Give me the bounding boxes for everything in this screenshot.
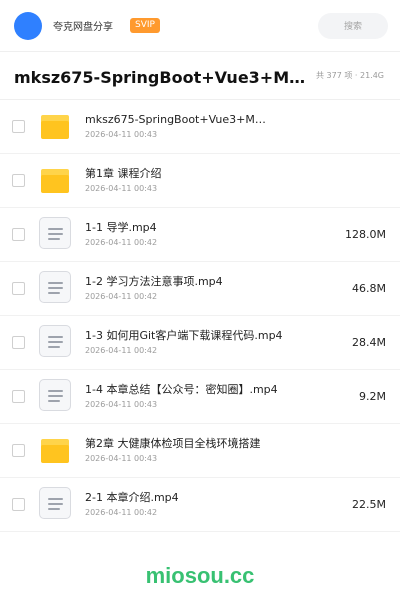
video-file-icon — [39, 270, 75, 307]
item-name: 1-3 如何用Git客户端下载课程代码.mp4 — [85, 329, 283, 342]
top-bar: 夸克网盘分享 SVIP 搜索 — [0, 0, 400, 52]
folder-icon — [39, 109, 75, 145]
item-time: 2026-04-11 00:42 — [85, 508, 158, 517]
folder-icon — [39, 433, 75, 469]
item-name: 1-1 导学.mp4 — [85, 221, 157, 234]
video-file-icon — [39, 486, 75, 523]
avatar[interactable] — [14, 11, 42, 40]
folder-icon — [39, 163, 75, 199]
item-size: 22.5M — [352, 498, 386, 511]
video-file-icon — [39, 378, 75, 415]
file-row[interactable]: 1-4 本章总结【公众号：密知圈】.mp4 2026-04-11 00:43 9.2… — [0, 370, 400, 424]
watermark: miosou.cc — [145, 563, 255, 588]
row-checkbox[interactable] — [12, 174, 25, 187]
item-time: 2026-04-11 00:43 — [85, 454, 158, 463]
item-size: 128.0M — [345, 228, 386, 241]
item-name: 1-2 学习方法注意事项.mp4 — [85, 275, 223, 288]
item-size: 9.2M — [359, 390, 386, 403]
item-time: 2026-04-11 00:43 — [85, 400, 158, 409]
item-time: 2026-04-11 00:42 — [85, 238, 158, 247]
item-time: 2026-04-11 00:42 — [85, 292, 158, 301]
svip-badge: SVIP — [130, 18, 160, 33]
file-row[interactable]: 1-1 导学.mp4 2026-04-11 00:42 128.0M — [0, 208, 400, 262]
row-checkbox[interactable] — [12, 282, 25, 295]
item-name: 1-4 本章总结【公众号：密知圈】.mp4 — [85, 383, 278, 396]
row-checkbox[interactable] — [12, 228, 25, 241]
folder-row[interactable]: mksz675-SpringBoot+Vue3+M… 2026-04-11 00:… — [0, 100, 400, 154]
username: 夸克网盘分享 — [53, 22, 113, 33]
item-time: 2026-04-11 00:42 — [85, 346, 158, 355]
search-placeholder: 搜索 — [343, 22, 362, 32]
item-time: 2026-04-11 00:43 — [85, 130, 158, 139]
folder-title-bar: mksz675-SpringBoot+Vue3+MySQL集群… 共 377 项… — [0, 52, 400, 100]
folder-row[interactable]: 第1章 课程介绍 2026-04-11 00:43 — [0, 154, 400, 208]
row-checkbox[interactable] — [12, 498, 25, 511]
file-row[interactable]: 2-1 本章介绍.mp4 2026-04-11 00:42 22.5M — [0, 478, 400, 532]
file-row[interactable]: 1-2 学习方法注意事项.mp4 2026-04-11 00:42 46.8M — [0, 262, 400, 316]
folder-title: mksz675-SpringBoot+Vue3+MySQL集群… — [14, 67, 314, 87]
row-checkbox[interactable] — [12, 390, 25, 403]
row-checkbox[interactable] — [12, 336, 25, 349]
item-name: 第1章 课程介绍 — [85, 167, 162, 180]
video-file-icon — [39, 324, 75, 361]
folder-row[interactable]: 第2章 大健康体检项目全栈环境搭建 2026-04-11 00:43 — [0, 424, 400, 478]
item-size: 28.4M — [352, 336, 386, 349]
item-time: 2026-04-11 00:43 — [85, 184, 158, 193]
item-name: 第2章 大健康体检项目全栈环境搭建 — [85, 437, 261, 450]
search-input[interactable]: 搜索 — [318, 12, 388, 39]
row-checkbox[interactable] — [12, 120, 25, 133]
row-checkbox[interactable] — [12, 444, 25, 457]
file-row[interactable]: 1-3 如何用Git客户端下载课程代码.mp4 2026-04-11 00:42 2… — [0, 316, 400, 370]
file-list: mksz675-SpringBoot+Vue3+M… 2026-04-11 00:… — [0, 100, 400, 532]
video-file-icon — [39, 216, 75, 253]
folder-meta: 共 377 项 · 21.4G — [316, 71, 384, 80]
item-name: 2-1 本章介绍.mp4 — [85, 491, 179, 504]
item-name: mksz675-SpringBoot+Vue3+M… — [85, 113, 266, 126]
item-size: 46.8M — [352, 282, 386, 295]
